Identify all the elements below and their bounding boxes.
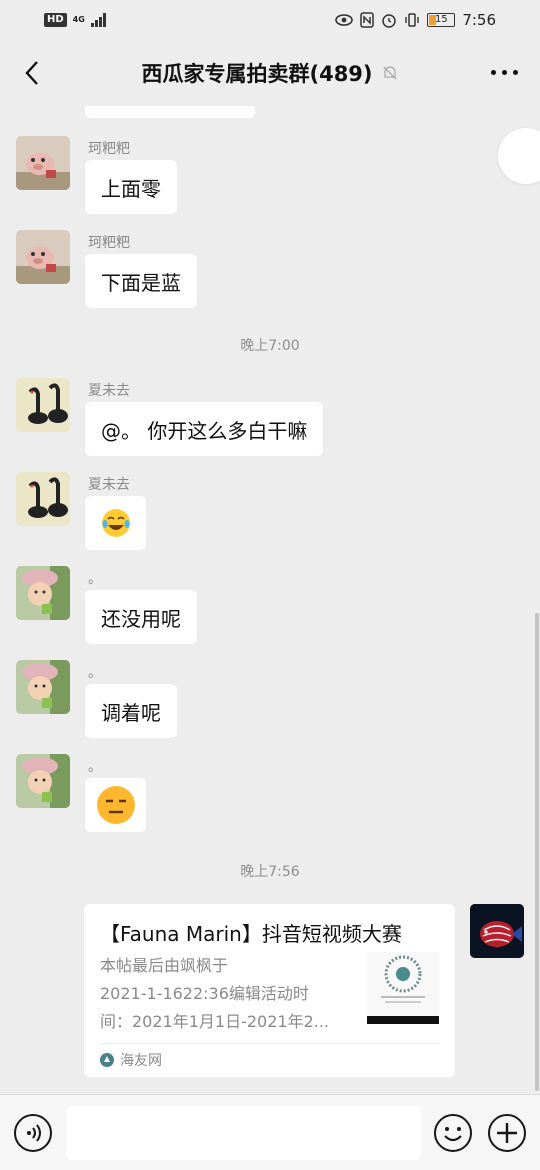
chevron-left-icon <box>25 61 38 85</box>
battery-icon: 15 <box>427 13 456 27</box>
link-card[interactable]: 【Fauna Marin】抖音短视频大赛 本帖最后由飒枫于 2021-1-162… <box>84 904 455 1077</box>
voice-icon <box>27 1124 41 1142</box>
link-card-desc-line: 间：2021年1月1日-2021年2... <box>100 1012 330 1031</box>
sender-name: 珂粑粑 <box>88 235 130 251</box>
avatar[interactable] <box>16 754 70 808</box>
nfc-icon <box>360 12 375 28</box>
group-name: 西瓜家专属拍卖群(489) <box>141 62 373 86</box>
sender-name: 。 <box>88 571 102 587</box>
message-list[interactable]: 珂粑粑 上面零 珂粑粑 下面是蓝 晚上7:00 夏未去 @。 你开这么多白干嘛 … <box>0 106 540 1094</box>
avatar[interactable] <box>16 378 70 432</box>
signal-icon <box>90 13 106 27</box>
swan-avatar-icon <box>16 472 70 526</box>
timestamp: 晚上7:00 <box>240 338 300 354</box>
message-bubble[interactable]: @。 你开这么多白干嘛 <box>85 402 324 456</box>
dot-icon <box>491 70 496 75</box>
chat-title: 西瓜家专属拍卖群(489) <box>141 58 398 88</box>
swan-avatar-icon <box>16 378 70 432</box>
smiley-icon <box>444 1127 462 1142</box>
tears-of-joy-emoji-icon <box>101 509 130 537</box>
message-bubble[interactable]: 还没用呢 <box>85 590 197 644</box>
message-bubble[interactable]: 上面零 <box>85 160 177 214</box>
input-bar <box>0 1094 540 1170</box>
more-actions-button[interactable] <box>488 1114 526 1152</box>
sender-name: 夏未去 <box>88 477 130 493</box>
expressionless-emoji-icon <box>96 786 135 824</box>
link-card-desc-line: 2021-1-1622:36编辑活动时 <box>100 984 309 1003</box>
divider <box>100 1043 439 1044</box>
qr-thumbnail-icon <box>367 952 439 1024</box>
baby-avatar-icon <box>16 754 70 808</box>
link-card-description: 本帖最后由飒枫于 2021-1-1622:36编辑活动时 间：2021年1月1日… <box>100 952 352 1036</box>
sender-name: 。 <box>88 665 102 681</box>
pig-avatar-icon <box>16 230 70 284</box>
more-button[interactable] <box>491 70 518 75</box>
dot-icon <box>502 70 507 75</box>
status-left: HD 4G <box>44 13 106 27</box>
network-type-label: 4G <box>72 15 85 24</box>
message-bubble[interactable]: 调着呢 <box>85 684 177 738</box>
plus-icon <box>497 1123 517 1143</box>
site-logo-icon <box>100 1053 114 1067</box>
status-right: 15 7:56 <box>335 11 496 29</box>
voice-button[interactable] <box>14 1114 52 1152</box>
timestamp: 晚上7:56 <box>240 864 300 880</box>
avatar[interactable] <box>16 136 70 190</box>
link-card-thumbnail <box>367 952 439 1024</box>
vibrate-icon <box>405 13 420 27</box>
partial-message-bubble <box>85 106 255 118</box>
link-card-desc-line: 本帖最后由飒枫于 <box>100 956 229 975</box>
fish-avatar-icon <box>470 904 524 958</box>
eye-icon <box>335 14 354 26</box>
link-card-title: 【Fauna Marin】抖音短视频大赛 <box>100 922 402 946</box>
network-type: 4G <box>73 16 85 24</box>
scrollbar[interactable] <box>535 613 539 1091</box>
message-bubble[interactable] <box>85 778 146 832</box>
status-bar: HD 4G 15 7:56 <box>0 0 540 40</box>
sender-name: 珂粑粑 <box>88 141 130 157</box>
alarm-icon <box>382 14 397 28</box>
avatar[interactable] <box>16 566 70 620</box>
emoji-button[interactable] <box>434 1114 472 1152</box>
message-input[interactable] <box>66 1106 421 1160</box>
avatar[interactable] <box>16 230 70 284</box>
battery-level: 15 <box>434 14 448 25</box>
back-button[interactable] <box>18 58 46 88</box>
message-bubble[interactable]: 下面是蓝 <box>85 254 197 308</box>
avatar[interactable] <box>470 904 524 958</box>
avatar[interactable] <box>16 660 70 714</box>
hd-badge: HD <box>44 13 67 27</box>
clock: 7:56 <box>462 11 496 29</box>
floating-button[interactable] <box>498 128 540 184</box>
avatar[interactable] <box>16 472 70 526</box>
chat-header: 西瓜家专属拍卖群(489) <box>0 40 540 106</box>
dot-icon <box>513 70 518 75</box>
baby-avatar-icon <box>16 566 70 620</box>
sender-name: 夏未去 <box>88 383 130 399</box>
pig-avatar-icon <box>16 136 70 190</box>
link-card-source: 海友网 <box>100 1050 162 1070</box>
baby-avatar-icon <box>16 660 70 714</box>
sender-name: 。 <box>88 759 102 775</box>
mute-bell-icon <box>383 66 396 80</box>
source-name: 海友网 <box>120 1053 162 1069</box>
message-bubble[interactable] <box>85 496 146 550</box>
